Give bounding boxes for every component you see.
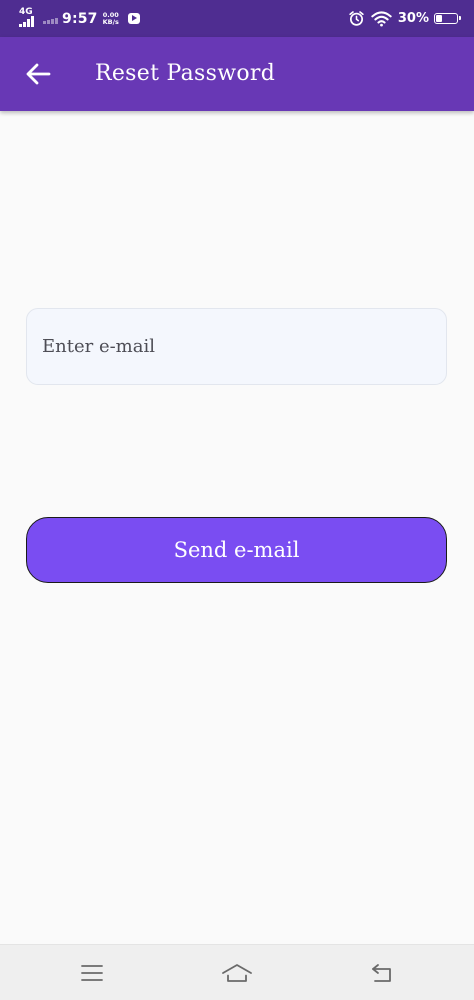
navigation-bar [0, 944, 474, 1000]
alarm-icon [349, 11, 364, 26]
youtube-notification-icon [127, 13, 140, 24]
email-input[interactable] [26, 308, 447, 385]
signal-bars-icon [19, 15, 35, 27]
battery-icon [434, 13, 461, 24]
wifi-icon [371, 10, 392, 27]
status-time: 9:57 [62, 10, 98, 27]
battery-level-fill [436, 15, 442, 22]
send-email-button[interactable]: Send e-mail [26, 517, 447, 583]
menu-icon [81, 965, 103, 981]
network-speed: 0.00 KB/s [102, 11, 119, 26]
nav-home-button[interactable] [217, 957, 257, 989]
nav-back-button[interactable] [362, 957, 402, 989]
status-bar: 4G 9:57 0.00 KB/s 30% [0, 0, 474, 37]
battery-percent: 30% [397, 11, 429, 26]
back-button[interactable] [18, 54, 58, 94]
app-bar: Reset Password [0, 37, 474, 111]
status-left: 4G 9:57 0.00 KB/s [19, 0, 140, 37]
nav-menu-button[interactable] [72, 957, 112, 989]
home-icon [222, 964, 252, 982]
cell-signal: 4G [19, 7, 39, 30]
back-icon [372, 964, 391, 982]
status-right: 30% [348, 0, 461, 37]
signal-bars-secondary-icon [43, 8, 59, 30]
page-title: Reset Password [95, 61, 276, 86]
arrow-left-icon [26, 63, 51, 85]
network-speed-unit: KB/s [102, 17, 119, 26]
